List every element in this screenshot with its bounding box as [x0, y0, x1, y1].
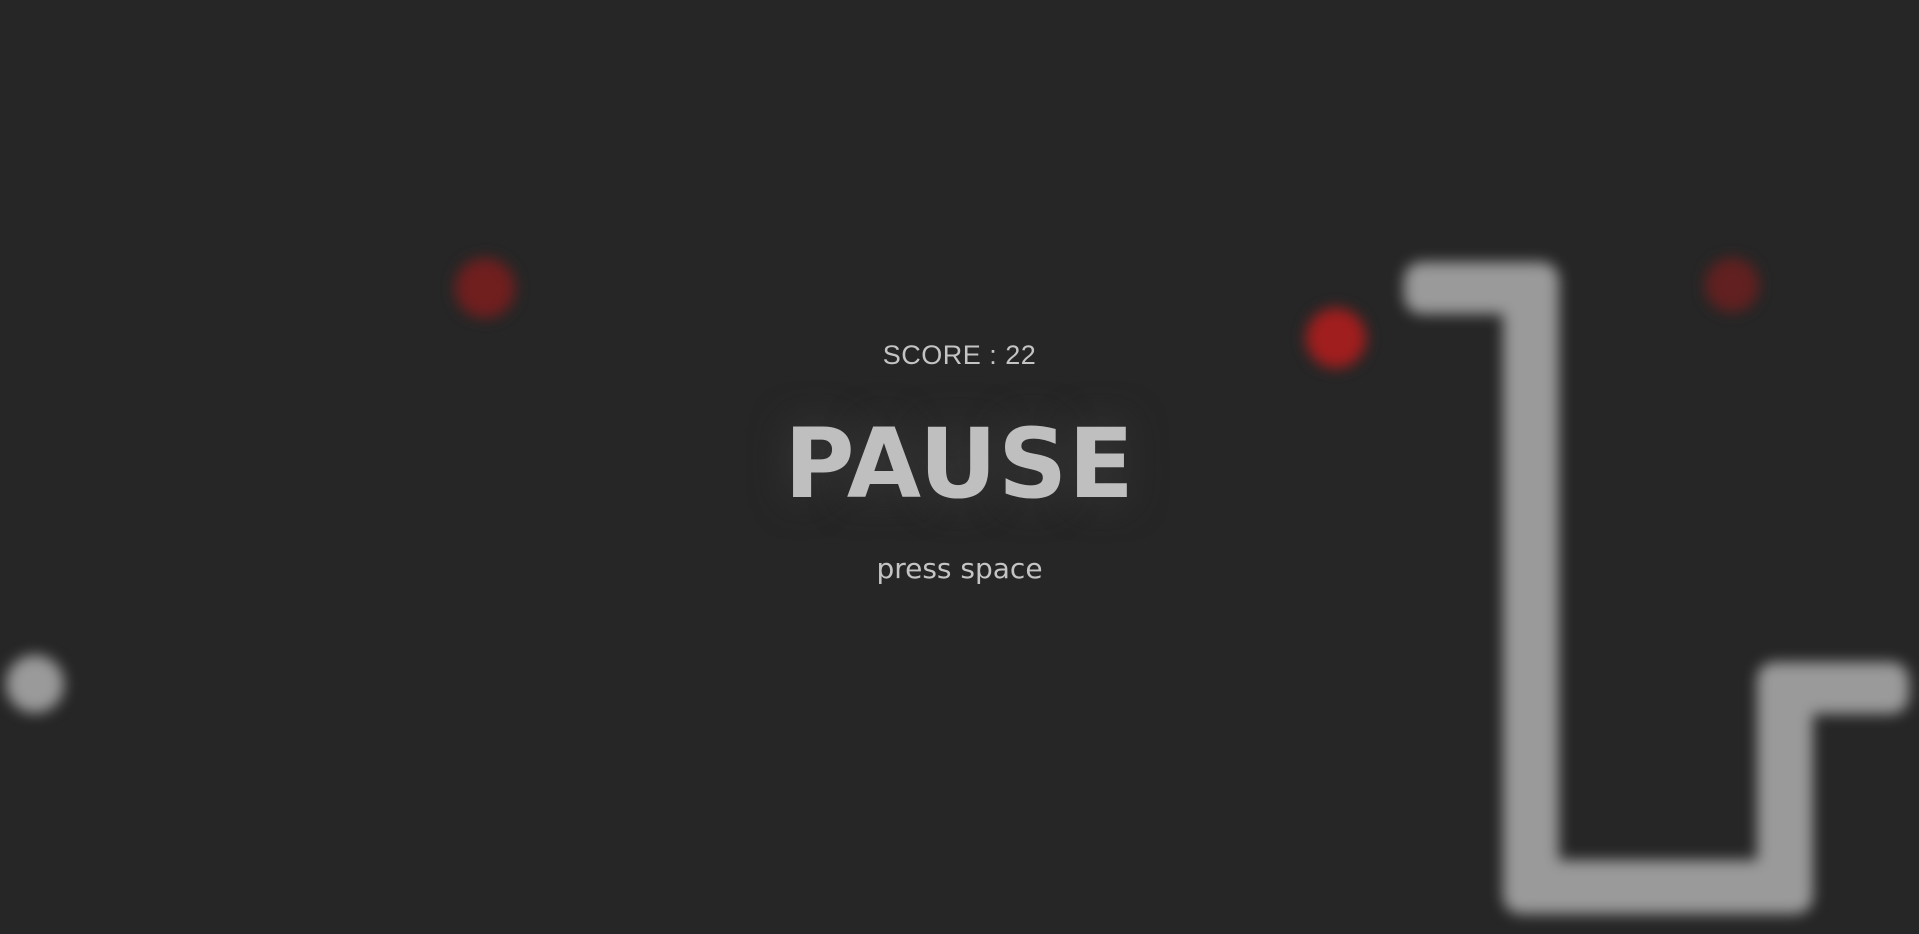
score-label: SCORE: [882, 340, 982, 370]
score-value: 22: [1005, 340, 1037, 370]
score-display: SCORE : 22: [0, 340, 1919, 371]
pause-title: PAUSE: [784, 408, 1135, 520]
game-board[interactable]: SCORE : 22 PAUSE press space: [0, 0, 1919, 934]
resume-hint: press space: [876, 552, 1043, 585]
pause-overlay: SCORE : 22 PAUSE press space: [0, 0, 1919, 934]
score-separator: :: [981, 340, 1006, 370]
